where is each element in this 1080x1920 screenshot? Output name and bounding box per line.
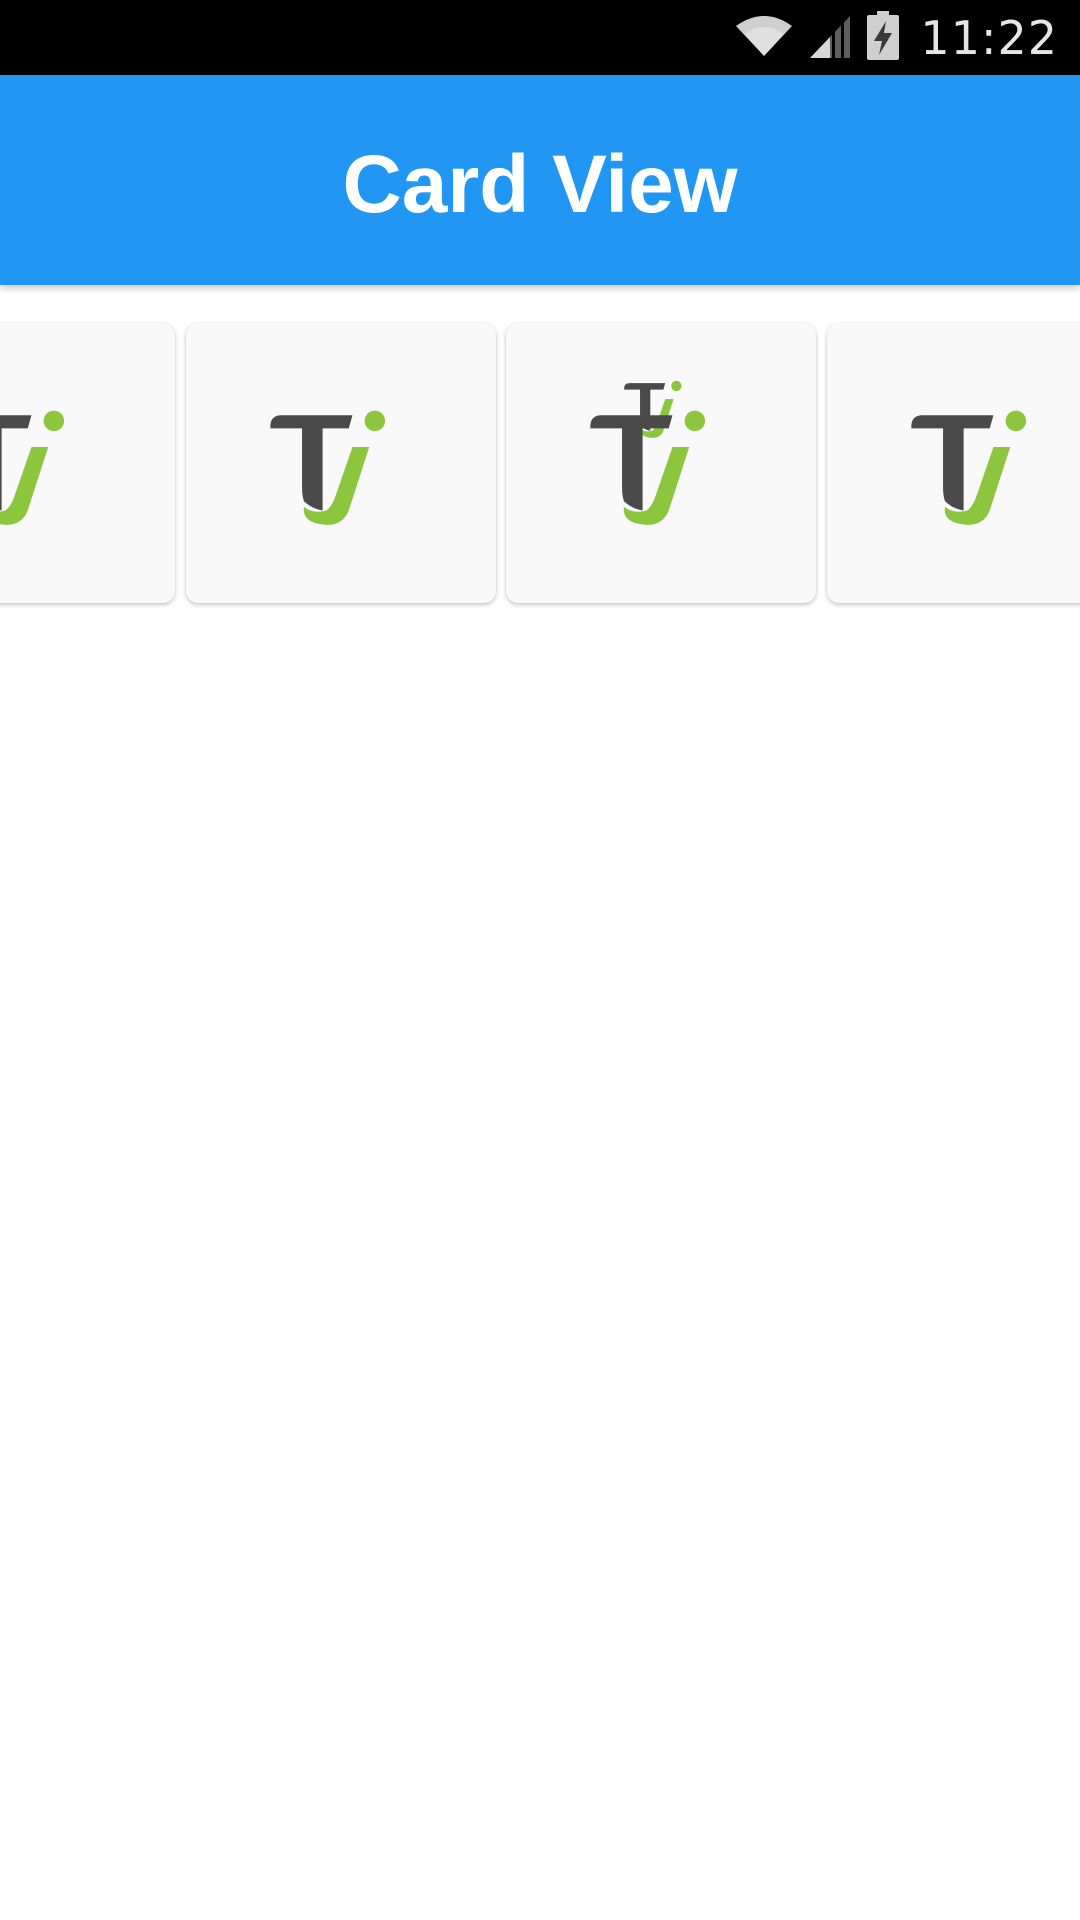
card[interactable] [506, 323, 816, 603]
card-carousel[interactable] [0, 285, 1080, 625]
status-time: 11:22 [920, 10, 1058, 65]
cell-signal-icon [808, 12, 852, 64]
ti-logo-icon [911, 410, 1027, 525]
ti-logo-icon [0, 410, 65, 525]
ti-logo-icon [590, 410, 706, 525]
app-bar: Card View [0, 75, 1080, 285]
battery-charging-icon [866, 10, 900, 65]
status-bar: 11:22 [0, 0, 1080, 75]
card[interactable] [827, 323, 1080, 603]
wifi-icon [734, 14, 794, 62]
app-title: Card View [342, 139, 738, 230]
status-icons: 11:22 [734, 0, 1058, 75]
card[interactable] [186, 323, 496, 603]
card[interactable] [0, 323, 175, 603]
ti-logo-icon [270, 410, 386, 525]
